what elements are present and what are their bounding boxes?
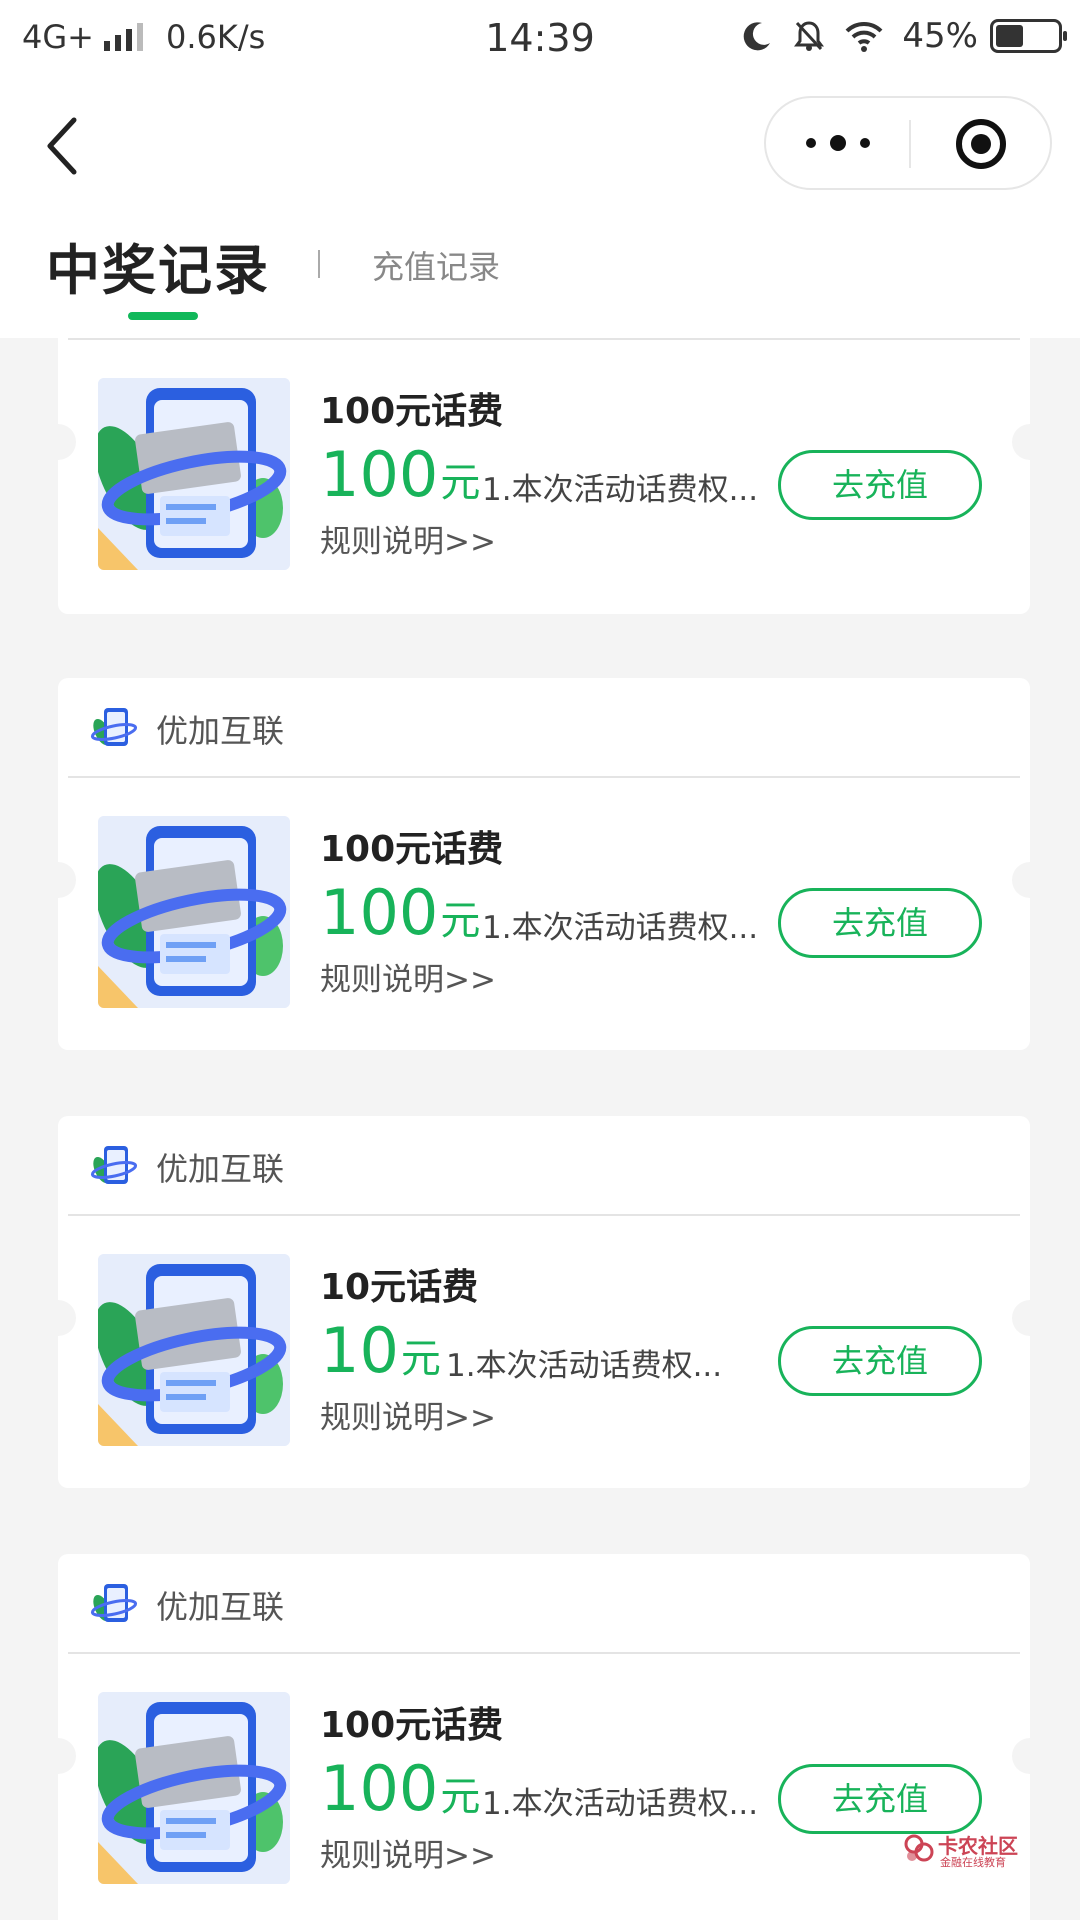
card-header: 优加互联 xyxy=(58,678,1030,778)
recharge-button[interactable]: 去充值 xyxy=(778,888,982,958)
rule-link[interactable]: 规则说明>> xyxy=(320,954,496,999)
prize-amount: 10元 xyxy=(320,1314,441,1387)
card-notch xyxy=(1012,862,1048,898)
prize-card: 100元话费 100元 1.本次活动话费权... 规则说明>> 去充值 xyxy=(40,338,1048,614)
battery-fill xyxy=(996,25,1023,47)
nav-bar xyxy=(0,76,1080,216)
merchant-logo-icon xyxy=(90,1580,138,1628)
prize-title: 100元话费 xyxy=(320,391,504,432)
wifi-icon xyxy=(844,19,884,53)
prize-description: 1.本次活动话费权... xyxy=(482,472,759,508)
tab-separator xyxy=(318,250,320,278)
card-notch xyxy=(1012,1738,1048,1774)
tab-active-indicator xyxy=(128,312,198,320)
merchant-name: 优加互联 xyxy=(156,712,285,750)
prize-amount: 100元 xyxy=(320,438,480,511)
watermark-logo-icon xyxy=(904,1834,934,1862)
phone-bill-thumbnail xyxy=(98,1254,290,1446)
chevron-left-icon[interactable] xyxy=(40,106,100,186)
card-divider xyxy=(68,1652,1020,1654)
card-notch xyxy=(40,862,76,898)
rule-link[interactable]: 规则说明>> xyxy=(320,516,496,561)
card-divider xyxy=(68,1214,1020,1216)
card-header: 优加互联 xyxy=(58,1116,1030,1216)
prize-description: 1.本次活动话费权... xyxy=(446,1348,723,1384)
rule-link[interactable]: 规则说明>> xyxy=(320,1392,496,1437)
prize-title: 100元话费 xyxy=(320,829,504,870)
prize-title: 10元话费 xyxy=(320,1267,479,1308)
mini-program-capsule xyxy=(764,96,1052,190)
prize-card: 优加互联 10元话费 10元 1.本次活动话费权... 规则说明>> 去充值 xyxy=(40,1116,1048,1488)
target-close-icon[interactable] xyxy=(956,119,1006,169)
prize-card: 优加互联 100元话费 100元 1.本次活动话费权... 规则说明>> 去充值 xyxy=(40,678,1048,1050)
phone-bill-thumbnail xyxy=(98,1692,290,1884)
recharge-button[interactable]: 去充值 xyxy=(778,450,982,520)
merchant-name: 优加互联 xyxy=(156,1150,285,1188)
merchant-logo-icon xyxy=(90,704,138,752)
moon-icon xyxy=(740,19,774,53)
card-divider xyxy=(68,338,1020,340)
card-divider xyxy=(68,776,1020,778)
tab-prize-record[interactable]: 中奖记录 xyxy=(46,226,270,305)
amount-unit: 元 xyxy=(440,1774,481,1820)
amount-value: 10 xyxy=(320,1314,399,1387)
watermark-subtitle: 金融在线教育 xyxy=(940,1856,1006,1869)
prize-amount: 100元 xyxy=(320,876,480,949)
battery-icon xyxy=(990,19,1067,53)
amount-unit: 元 xyxy=(440,898,481,944)
amount-value: 100 xyxy=(320,1752,439,1825)
recharge-button[interactable]: 去充值 xyxy=(778,1764,982,1834)
status-bar: 4G+ 0.6K/s 14:39 45% xyxy=(0,0,1080,76)
amount-value: 100 xyxy=(320,438,439,511)
amount-unit: 元 xyxy=(400,1336,441,1382)
prize-card: 优加互联 100元话费 100元 1.本次活动话费权... 规则说明>> 去充值 xyxy=(40,1554,1048,1920)
bell-off-icon xyxy=(792,19,826,53)
merchant-logo-icon xyxy=(90,1142,138,1190)
phone-bill-thumbnail xyxy=(98,816,290,1008)
prize-description: 1.本次活动话费权... xyxy=(482,1786,759,1822)
recharge-button[interactable]: 去充值 xyxy=(778,1326,982,1396)
battery-percent: 45% xyxy=(902,16,978,56)
card-notch xyxy=(40,424,76,460)
card-notch xyxy=(1012,424,1048,460)
card-header: 优加互联 xyxy=(58,1554,1030,1654)
amount-value: 100 xyxy=(320,876,439,949)
community-watermark: 卡农社区 金融在线教育 xyxy=(902,1830,1032,1870)
phone-bill-thumbnail xyxy=(98,378,290,570)
prize-title: 100元话费 xyxy=(320,1705,504,1746)
amount-unit: 元 xyxy=(440,460,481,506)
prize-amount: 100元 xyxy=(320,1752,480,1825)
prize-description: 1.本次活动话费权... xyxy=(482,910,759,946)
card-notch xyxy=(40,1300,76,1336)
merchant-name: 优加互联 xyxy=(156,1588,285,1626)
more-dots-icon[interactable] xyxy=(766,98,909,188)
tab-recharge-record[interactable]: 充值记录 xyxy=(372,242,500,288)
status-right: 45% xyxy=(740,16,1067,56)
rule-link[interactable]: 规则说明>> xyxy=(320,1830,496,1875)
capsule-divider xyxy=(909,120,911,168)
card-notch xyxy=(1012,1300,1048,1336)
card-notch xyxy=(40,1738,76,1774)
record-tabs: 中奖记录 充值记录 xyxy=(0,216,1080,338)
